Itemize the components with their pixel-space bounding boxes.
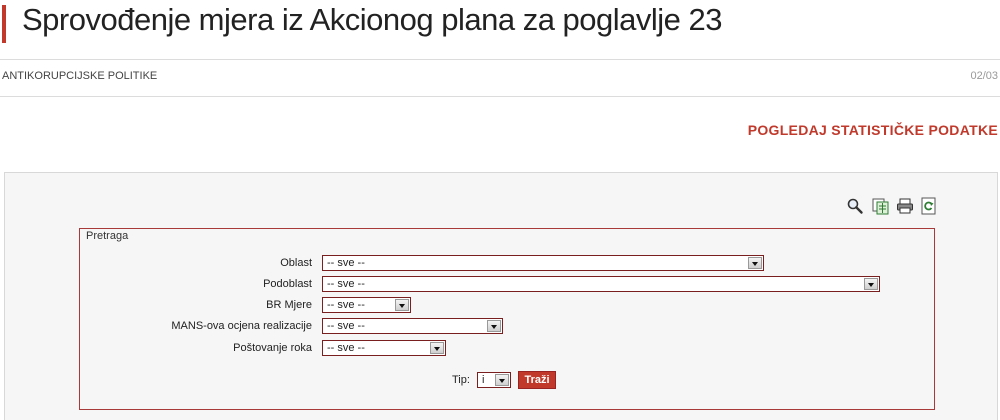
chevron-down-icon[interactable] [430, 342, 444, 354]
chevron-down-icon[interactable] [395, 299, 409, 311]
divider [0, 59, 1000, 60]
select-value: -- sve -- [327, 257, 365, 269]
field-label-mans-ocjena: MANS-ova ocjena realizacije [171, 320, 312, 332]
field-label-br-mjere: BR Mjere [266, 299, 312, 311]
search-submit-button[interactable]: Traži [518, 371, 556, 389]
field-label-podoblast: Podoblast [263, 278, 312, 290]
page-title: Sprovođenje mjera iz Akcionog plana za p… [22, 2, 723, 37]
field-label-postovanje-roka: Poštovanje roka [233, 342, 312, 354]
select-value: -- sve -- [327, 342, 365, 354]
print-icon[interactable] [896, 197, 914, 215]
page-header: Sprovođenje mjera iz Akcionog plana za p… [0, 0, 1000, 58]
tip-select[interactable]: i [477, 372, 511, 388]
chevron-down-icon[interactable] [864, 278, 878, 290]
br-mjere-select[interactable]: -- sve -- [322, 297, 411, 313]
title-accent-bar [2, 5, 6, 43]
search-legend: Pretraga [84, 230, 131, 242]
date-label: 02/03 [970, 70, 998, 82]
search-icon[interactable] [846, 197, 864, 215]
chevron-down-icon[interactable] [487, 320, 501, 332]
oblast-select[interactable]: -- sve -- [322, 255, 764, 271]
podoblast-select[interactable]: -- sve -- [322, 276, 880, 292]
select-value: -- sve -- [327, 299, 365, 311]
select-value: i [482, 374, 485, 386]
view-statistics-link[interactable]: POGLEDAJ STATISTIČKE PODATKE [748, 122, 998, 138]
select-value: -- sve -- [327, 278, 365, 290]
refresh-icon[interactable] [920, 197, 938, 215]
postovanje-roka-select[interactable]: -- sve -- [322, 340, 446, 356]
mans-ocjena-select[interactable]: -- sve -- [322, 318, 503, 334]
select-value: -- sve -- [327, 320, 365, 332]
chevron-down-icon[interactable] [495, 374, 509, 386]
chevron-down-icon[interactable] [748, 257, 762, 269]
meta-row: ANTIKORUPCIJSKE POLITIKE 02/03 [0, 68, 1000, 86]
field-label-oblast: Oblast [280, 257, 312, 269]
export-icon[interactable] [872, 197, 890, 215]
tip-label: Tip: [452, 374, 470, 386]
category-label: ANTIKORUPCIJSKE POLITIKE [2, 70, 158, 82]
divider [0, 96, 1000, 97]
